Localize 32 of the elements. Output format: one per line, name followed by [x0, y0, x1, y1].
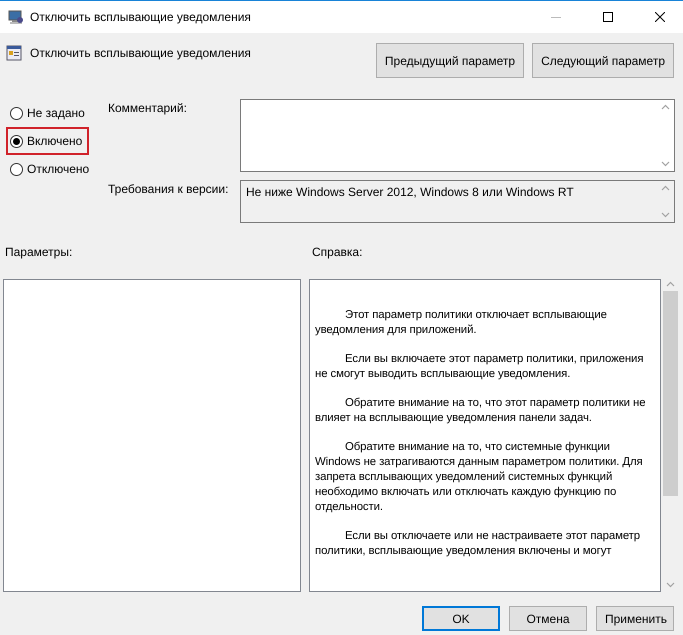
help-paragraph: Обратите внимание на то, что этот параметр политики не влияет на всплывающие уведомления панели задач.: [315, 396, 646, 426]
dialog-button[interactable]: Применить: [596, 606, 674, 631]
help-paragraph: Этот параметр политики отключает всплывающие уведомления для приложений.: [315, 308, 608, 338]
comment-field[interactable]: [240, 99, 675, 172]
help-label: Справка:: [312, 245, 362, 259]
policy-name: Отключить всплывающие уведомления: [30, 46, 252, 60]
comment-label: Комментарий:: [108, 100, 188, 117]
scroll-down-icon[interactable]: [666, 582, 675, 588]
close-icon: [655, 12, 665, 22]
version-label: Требования к версии:: [108, 181, 230, 198]
nav-button[interactable]: Предыдущий параметр: [376, 43, 524, 78]
help-paragraph: Обратите внимание на то, что системные функции Windows не затрагиваются данным параметром политики. Для запрета всплывающих уведомлений системных функций необходимо включать или отключать каждую функцию по отдельности.: [315, 440, 644, 515]
scroll-down-icon[interactable]: [661, 161, 670, 167]
scroll-up-icon[interactable]: [661, 104, 670, 110]
computer-icon: [8, 9, 24, 25]
help-paragraph: Если вы отключаете или не настраиваете этот параметр политики, всплывающие уведомления включены и могут: [315, 529, 642, 559]
version-field: Не ниже Windows Server 2012, Windows 8 или Windows RT: [240, 180, 675, 223]
state-radio[interactable]: Отключено: [6, 155, 96, 183]
options-label: Параметры:: [5, 245, 74, 259]
scroll-up-icon[interactable]: [666, 281, 675, 287]
state-radio[interactable]: Включено: [6, 127, 90, 155]
scroll-up-icon[interactable]: [661, 185, 670, 191]
state-radio[interactable]: Не задано: [6, 99, 92, 127]
maximize-icon: [603, 12, 613, 22]
dialog-button[interactable]: OK: [422, 606, 500, 631]
minimize-icon: [551, 16, 561, 18]
window-title: Отключить всплывающие уведомления: [30, 10, 252, 24]
help-paragraph: Если вы включаете этот параметр политики, приложения не смогут выводить всплывающие уведомления.: [315, 352, 644, 382]
dialog-button[interactable]: Отмена: [509, 606, 587, 631]
policy-icon: [6, 45, 22, 61]
scroll-down-icon[interactable]: [661, 212, 670, 218]
nav-button[interactable]: Следующий параметр: [532, 43, 674, 78]
